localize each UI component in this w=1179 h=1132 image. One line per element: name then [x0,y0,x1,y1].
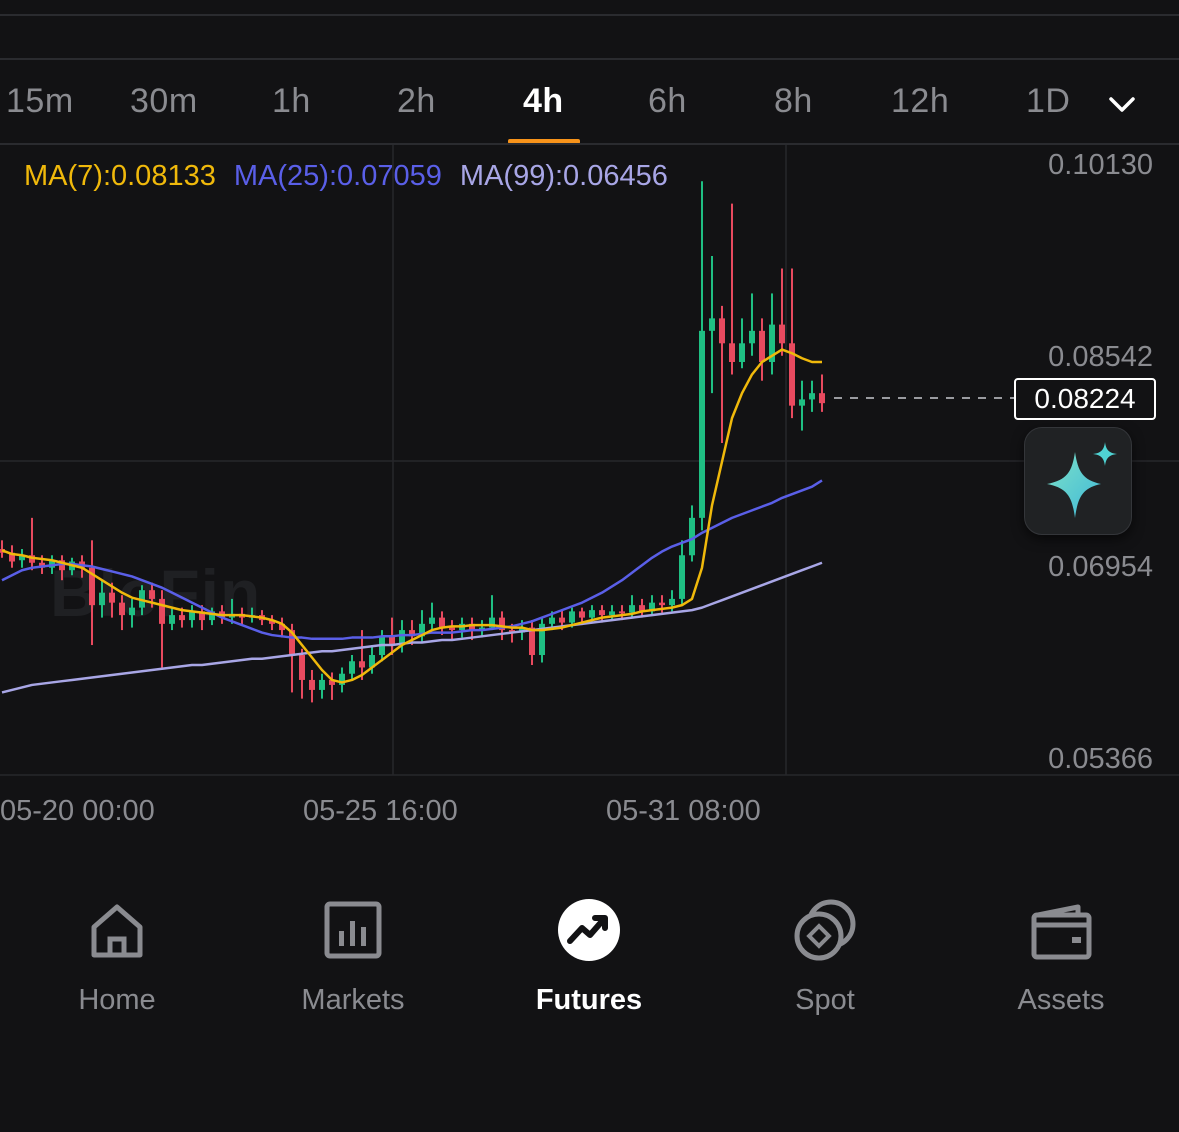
sparkle-icon [1047,442,1117,518]
candle-body [179,615,185,621]
candle-body [739,343,745,363]
candle-body [699,330,705,518]
candle-body [679,555,685,599]
tab-12h[interactable]: 12h [891,82,949,121]
candle-body [359,661,365,668]
wallet-icon [1031,904,1092,960]
price-tick-1: 0.08542 [1048,341,1153,373]
tab-1h[interactable]: 1h [272,82,311,121]
nav-assets-label: Assets [1017,984,1105,1016]
time-tick-0: 05-20 00:00 [0,795,155,827]
candle-body [549,617,555,624]
nav-markets[interactable]: Markets [253,895,453,1017]
candle-body [109,592,115,603]
price-tick-0: 0.10130 [1048,149,1153,181]
tab-1d[interactable]: 1D [1026,82,1070,121]
candle-body [559,617,565,623]
ai-assistant-button[interactable] [1024,427,1132,535]
ma-legend: MA(7):0.08133 MA(25):0.07059 MA(99):0.06… [24,160,678,193]
time-tick-2: 05-31 08:00 [606,795,761,827]
candle-body [569,611,575,623]
futures-icon [558,899,620,961]
candle-body [149,590,155,599]
price-tick-3: 0.05366 [1048,743,1153,775]
tab-15m[interactable]: 15m [6,82,74,121]
candle-body [309,679,315,690]
candle-body [449,627,455,631]
candle-body [749,330,755,344]
tab-30m[interactable]: 30m [130,82,198,121]
nav-futures[interactable]: Futures [489,895,689,1017]
nav-futures-label: Futures [535,984,643,1016]
candle-body [99,592,105,606]
candle-body [119,602,125,616]
tab-8h[interactable]: 8h [774,82,813,121]
candle-body [169,615,175,624]
candle-body [319,679,325,690]
price-tick-2: 0.06954 [1048,551,1153,583]
price-chart[interactable]: BloFin MA(7):0.08133 MA(25):0.07059 MA(9… [0,145,1179,845]
ma25-label: MA(25):0.07059 [233,160,442,192]
nav-assets[interactable]: Assets [961,895,1161,1017]
nav-spot-label: Spot [795,984,855,1016]
header-divider [0,58,1179,60]
nav-home[interactable]: Home [17,895,217,1017]
candle-body [349,661,355,674]
candle-body [159,598,165,624]
candle-body [629,605,635,613]
candle-body [609,611,615,616]
candle-body [669,598,675,606]
bottom-nav: Home Markets Futures Spot Assets [0,895,1179,1035]
candle-body [709,318,715,331]
candle-body [129,607,135,616]
current-price-label: 0.08224 [1014,378,1156,420]
markets-icon [324,901,382,959]
chevron-down-icon[interactable] [1106,88,1138,120]
candle-body [809,393,815,400]
candle-body [799,399,805,406]
candle-body [719,318,725,344]
top-divider [0,14,1179,16]
candle-body [619,611,625,614]
ma7-label: MA(7):0.08133 [24,160,216,192]
spot-icon [794,899,856,961]
tab-6h[interactable]: 6h [648,82,687,121]
time-tick-1: 05-25 16:00 [303,795,458,827]
candle-body [429,617,435,624]
candle-body [759,330,765,363]
nav-markets-label: Markets [301,984,405,1016]
candle-body [659,602,665,606]
ma99-label: MA(99):0.06456 [459,160,668,192]
nav-home-label: Home [78,984,156,1016]
candle-body [579,611,585,618]
candle-body [529,627,535,656]
interval-tabs: 15m 30m 1h 2h 4h 6h 8h 12h 1D [0,64,1179,144]
nav-spot[interactable]: Spot [725,895,925,1017]
candle-body [589,610,595,618]
candle-body [819,393,825,404]
candle-body [779,324,785,344]
home-icon [91,904,143,958]
tab-2h[interactable]: 2h [397,82,436,121]
candle-body [729,343,735,363]
candlestick-chart[interactable] [0,145,1179,845]
candle-body [599,610,605,616]
tab-4h[interactable]: 4h [523,82,564,121]
candle-body [299,655,305,680]
